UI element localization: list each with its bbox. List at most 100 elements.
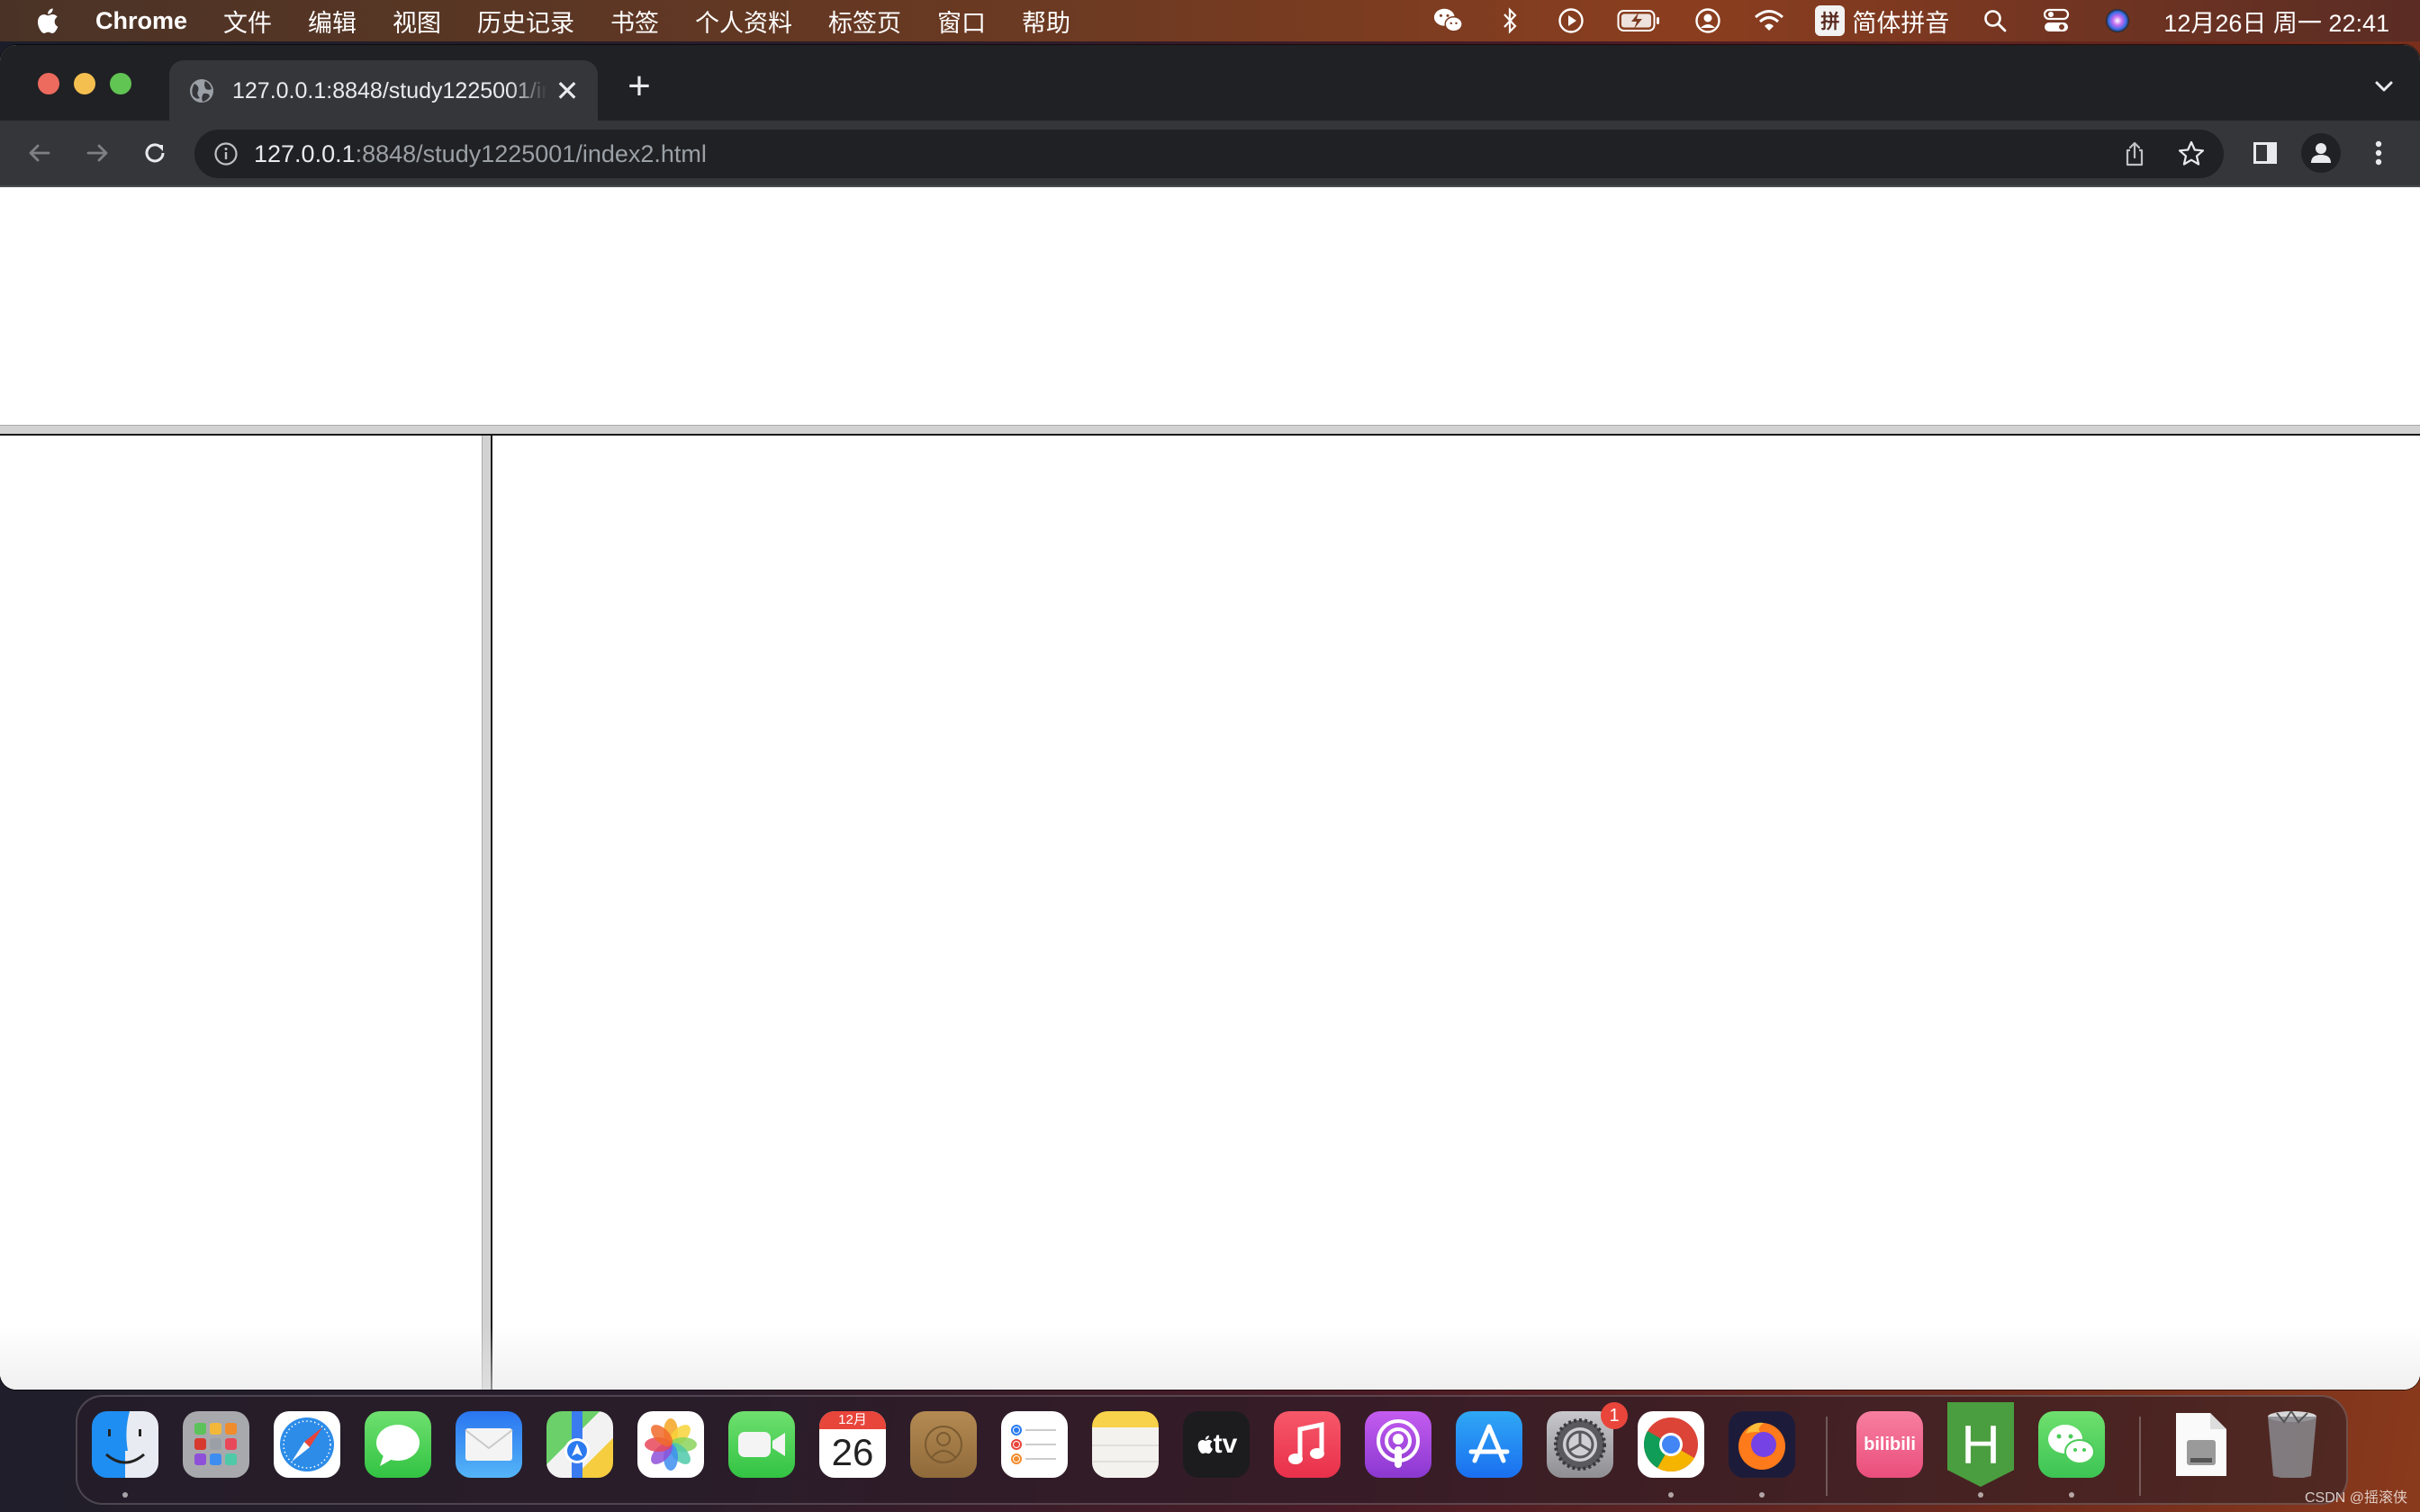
- tab-search-chevron-icon[interactable]: [2370, 72, 2398, 101]
- spotlight-search-icon[interactable]: [1980, 5, 2010, 36]
- menu-edit[interactable]: 编辑: [308, 4, 357, 39]
- wifi-icon[interactable]: [1754, 5, 1784, 36]
- tab-strip: 127.0.0.1:8848/study1225001/index2.html …: [0, 45, 2420, 122]
- kebab-menu-icon: [2375, 140, 2382, 166]
- profile-button[interactable]: [2301, 133, 2341, 173]
- menu-app-name[interactable]: Chrome: [95, 7, 187, 35]
- dock-tv[interactable]: tv: [1183, 1411, 1250, 1478]
- back-arrow-icon[interactable]: [23, 137, 56, 169]
- info-icon[interactable]: [212, 140, 239, 167]
- dock-photos[interactable]: [637, 1411, 704, 1478]
- page-viewport: [0, 187, 2420, 1390]
- new-tab-button[interactable]: +: [621, 67, 657, 106]
- dock-trash[interactable]: [2259, 1411, 2325, 1478]
- ime-name: 简体拼音: [1852, 9, 1950, 37]
- dock-app-store[interactable]: [1456, 1411, 1522, 1478]
- launchpad-icon: [194, 1423, 237, 1465]
- frame-left: [0, 436, 482, 1390]
- frame-divider-vertical[interactable]: [482, 436, 492, 1390]
- menu-bookmarks[interactable]: 书签: [610, 4, 659, 39]
- dock-reminders[interactable]: [1001, 1411, 1068, 1478]
- forward-arrow-icon[interactable]: [81, 137, 113, 169]
- address-url[interactable]: 127.0.0.1:8848/study1225001/index2.html: [254, 140, 707, 168]
- dock-separator: [2139, 1417, 2141, 1496]
- reminders-list-icon: [1011, 1425, 1056, 1464]
- menu-file[interactable]: 文件: [223, 4, 272, 39]
- firefox-logo-icon: [1738, 1422, 1785, 1470]
- hbuilderx-logo-text: H: [1961, 1414, 2000, 1475]
- zoom-window-button[interactable]: [110, 73, 131, 94]
- dock: 12月 26 tv 1 bilibili H: [76, 1395, 2348, 1505]
- dock-contacts[interactable]: [910, 1411, 977, 1478]
- chrome-logo-icon: [1643, 1418, 1698, 1472]
- siri-icon[interactable]: [2102, 5, 2133, 36]
- dock-bilibili[interactable]: bilibili: [1856, 1411, 1923, 1478]
- menu-bar: Chrome 文件 编辑 视图 历史记录 书签 个人资料 标签页 窗口 帮助 拼: [0, 0, 2420, 41]
- dock-music[interactable]: [1274, 1411, 1341, 1478]
- mail-envelope-icon: [465, 1428, 513, 1461]
- side-panel-button[interactable]: [2245, 133, 2285, 173]
- url-path: :8848/study1225001/index2.html: [355, 140, 707, 167]
- globe-icon: [190, 79, 213, 103]
- dock-calendar[interactable]: 12月 26: [819, 1411, 886, 1478]
- dock-wechat[interactable]: [2038, 1411, 2105, 1478]
- reload-icon[interactable]: [139, 137, 171, 169]
- photos-flower-icon: [645, 1418, 697, 1471]
- dock-messages[interactable]: [365, 1411, 431, 1478]
- app-store-icon: [1468, 1424, 1510, 1463]
- tab-active[interactable]: 127.0.0.1:8848/study1225001/index2.html …: [169, 60, 598, 122]
- menu-history[interactable]: 历史记录: [477, 4, 574, 39]
- menu-view[interactable]: 视图: [393, 4, 441, 39]
- notification-badge: 1: [1601, 1402, 1628, 1429]
- bookmark-star-icon[interactable]: [2177, 140, 2206, 168]
- address-bar[interactable]: 127.0.0.1:8848/study1225001/index2.html: [194, 130, 2224, 178]
- clock[interactable]: 12月26日 周一 22:41: [2163, 4, 2389, 39]
- battery-charging-icon[interactable]: [1617, 5, 1662, 36]
- running-indicator: [2069, 1492, 2074, 1498]
- dock-chrome[interactable]: [1638, 1411, 1704, 1478]
- dock-notes[interactable]: [1092, 1411, 1159, 1478]
- url-host: 127.0.0.1: [254, 140, 356, 167]
- control-center-icon[interactable]: [2041, 5, 2072, 36]
- chrome-menu-button[interactable]: [2359, 133, 2398, 173]
- side-panel-icon: [2253, 142, 2277, 164]
- share-icon[interactable]: [2121, 140, 2148, 167]
- safari-compass-icon: [280, 1418, 334, 1472]
- input-method-menu[interactable]: 拼 简体拼音: [1815, 4, 1949, 39]
- frame-divider-horizontal[interactable]: [0, 425, 2420, 436]
- dock-safari[interactable]: [274, 1411, 340, 1478]
- frame-top: [0, 187, 2420, 425]
- dock-facetime[interactable]: [728, 1411, 795, 1478]
- maps-icon: [564, 1411, 590, 1478]
- bilibili-logo-text: bilibili: [1864, 1434, 1916, 1454]
- frame-right: [492, 436, 2420, 1390]
- close-tab-icon[interactable]: ✕: [553, 76, 582, 105]
- running-indicator: [1978, 1492, 1983, 1498]
- user-circle-icon[interactable]: [1693, 5, 1723, 36]
- menu-tab[interactable]: 标签页: [828, 4, 901, 39]
- minimize-window-button[interactable]: [74, 73, 95, 94]
- play-circle-icon[interactable]: [1556, 5, 1586, 36]
- dock-podcasts[interactable]: [1365, 1411, 1431, 1478]
- dock-finder[interactable]: [92, 1411, 158, 1478]
- wechat-icon[interactable]: [1433, 5, 1464, 36]
- music-note-icon: [1288, 1422, 1324, 1464]
- apple-icon[interactable]: [34, 6, 59, 35]
- browser-toolbar: 127.0.0.1:8848/study1225001/index2.html: [0, 121, 2420, 187]
- menu-help[interactable]: 帮助: [1022, 4, 1070, 39]
- ime-badge: 拼: [1815, 5, 1846, 36]
- close-window-button[interactable]: [38, 73, 59, 94]
- dock-firefox[interactable]: [1729, 1411, 1795, 1478]
- tab-title: 127.0.0.1:8848/study1225001/index2.html: [232, 77, 547, 104]
- dock-mail[interactable]: [456, 1411, 522, 1478]
- menu-profiles[interactable]: 个人资料: [695, 4, 792, 39]
- bluetooth-icon[interactable]: [1494, 5, 1525, 36]
- trash-icon: [2268, 1411, 2316, 1478]
- dock-document[interactable]: [2168, 1411, 2235, 1478]
- dock-maps[interactable]: [546, 1411, 613, 1478]
- dock-launchpad[interactable]: [183, 1411, 249, 1478]
- running-indicator: [1668, 1492, 1674, 1498]
- dock-hbuilderx[interactable]: H: [1947, 1402, 2014, 1487]
- menu-window[interactable]: 窗口: [937, 4, 986, 39]
- watermark: CSDN @摇滚侠: [2304, 1490, 2407, 1506]
